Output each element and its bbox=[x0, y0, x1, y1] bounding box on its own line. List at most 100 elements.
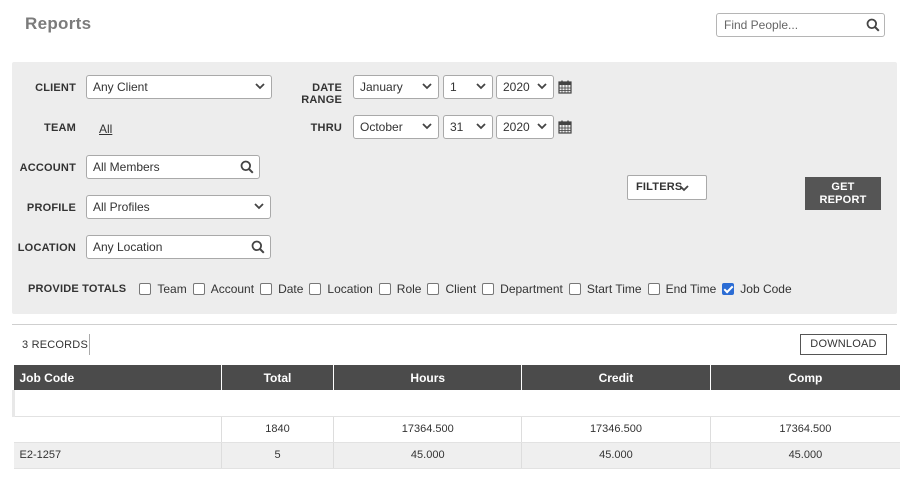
totals-option-client[interactable]: Client bbox=[427, 282, 476, 296]
totals-option-department[interactable]: Department bbox=[482, 282, 563, 296]
totals-option-end-time[interactable]: End Time bbox=[647, 282, 716, 296]
checkbox-checked[interactable] bbox=[722, 283, 735, 295]
totals-option-label: Start Time bbox=[586, 282, 642, 296]
table-row: E2-1257 5 45.000 45.000 45.000 bbox=[13, 442, 900, 469]
checkbox[interactable] bbox=[309, 283, 322, 295]
table-header-row: Job Code Total Hours Credit Comp bbox=[13, 365, 900, 390]
get-report-label-line1: GET bbox=[831, 181, 855, 193]
table-cell: 1840 bbox=[220, 416, 334, 443]
table-cell: 45.000 bbox=[709, 442, 900, 469]
totals-option-job-code[interactable]: Job Code bbox=[722, 282, 792, 296]
filters-button-label: FILTERS bbox=[636, 181, 683, 193]
column-header-hours[interactable]: Hours bbox=[333, 365, 522, 390]
team-label: TEAM bbox=[44, 122, 76, 134]
download-button[interactable]: DOWNLOAD bbox=[800, 334, 887, 355]
client-label: CLIENT bbox=[35, 82, 76, 94]
totals-option-label: Client bbox=[445, 282, 477, 296]
client-select[interactable]: Any Client bbox=[86, 75, 272, 99]
checkbox[interactable] bbox=[139, 283, 152, 295]
start-month-value: January bbox=[360, 80, 403, 94]
table-spacer-cell bbox=[12, 390, 900, 417]
thru-label: THRU bbox=[310, 122, 342, 134]
find-people-search[interactable] bbox=[716, 13, 885, 37]
totals-option-start-time[interactable]: Start Time bbox=[568, 282, 642, 296]
checkbox[interactable] bbox=[568, 283, 581, 295]
chevron-down-icon bbox=[678, 182, 690, 194]
records-count: 3 RECORDS bbox=[22, 339, 88, 351]
account-value: All Members bbox=[93, 160, 160, 174]
totals-option-label: Team bbox=[157, 282, 187, 296]
table-cell: 17364.500 bbox=[333, 416, 522, 443]
profile-select[interactable]: All Profiles bbox=[86, 195, 271, 219]
team-link[interactable]: All bbox=[99, 122, 112, 136]
calendar-icon[interactable] bbox=[558, 120, 572, 134]
totals-option-role[interactable]: Role bbox=[378, 282, 422, 296]
end-day-select[interactable]: 31 bbox=[443, 115, 493, 139]
filters-button[interactable]: FILTERS bbox=[627, 175, 707, 200]
column-header-job-code[interactable]: Job Code bbox=[13, 365, 222, 390]
table-cell: 45.000 bbox=[333, 442, 522, 469]
find-people-input[interactable] bbox=[717, 14, 857, 36]
client-select-value: Any Client bbox=[93, 80, 148, 94]
provide-totals-label: PROVIDE TOTALS bbox=[28, 283, 127, 295]
checkbox[interactable] bbox=[427, 283, 440, 295]
get-report-label-line2: REPORT bbox=[819, 194, 867, 206]
totals-option-team[interactable]: Team bbox=[139, 282, 187, 296]
checkbox[interactable] bbox=[647, 283, 660, 295]
end-year-value: 2020 bbox=[503, 120, 530, 134]
location-value: Any Location bbox=[93, 240, 163, 254]
table-cell: 5 bbox=[220, 442, 334, 469]
start-month-select[interactable]: January bbox=[353, 75, 439, 99]
section-divider bbox=[12, 324, 897, 325]
table-cell: 17346.500 bbox=[521, 416, 711, 443]
table-row: 1840 17364.500 17346.500 17364.500 bbox=[13, 416, 900, 443]
chevron-down-icon bbox=[475, 120, 487, 132]
totals-option-label: Date bbox=[278, 282, 304, 296]
table-spacer-row bbox=[12, 390, 900, 417]
totals-option-label: Job Code bbox=[740, 282, 792, 296]
location-search-field[interactable]: Any Location bbox=[86, 235, 271, 259]
checkbox[interactable] bbox=[378, 283, 391, 295]
checkbox[interactable] bbox=[260, 283, 273, 295]
end-year-select[interactable]: 2020 bbox=[496, 115, 554, 139]
profile-label: PROFILE bbox=[26, 202, 76, 214]
search-icon[interactable] bbox=[251, 240, 265, 254]
totals-option-account[interactable]: Account bbox=[192, 282, 255, 296]
chevron-down-icon bbox=[536, 80, 548, 92]
start-day-select[interactable]: 1 bbox=[443, 75, 493, 99]
totals-option-label: Department bbox=[500, 282, 563, 296]
search-icon[interactable] bbox=[240, 160, 254, 174]
chevron-down-icon bbox=[254, 80, 266, 92]
account-label: ACCOUNT bbox=[19, 162, 76, 174]
totals-option-label: Location bbox=[327, 282, 373, 296]
totals-option-label: Role bbox=[396, 282, 422, 296]
date-range-label: DATE RANGE bbox=[301, 82, 342, 106]
table-cell: 17364.500 bbox=[709, 416, 900, 443]
totals-option-date[interactable]: Date bbox=[260, 282, 303, 296]
table-cell: E2-1257 bbox=[13, 442, 222, 469]
column-header-comp[interactable]: Comp bbox=[709, 365, 900, 390]
location-label: LOCATION bbox=[17, 242, 76, 254]
column-header-total[interactable]: Total bbox=[220, 365, 334, 390]
end-month-select[interactable]: October bbox=[353, 115, 439, 139]
page-title: Reports bbox=[25, 14, 92, 33]
results-table: Job Code Total Hours Credit Comp 1840 17… bbox=[12, 365, 900, 469]
totals-option-label: Account bbox=[210, 282, 255, 296]
table-cell: 45.000 bbox=[521, 442, 711, 469]
records-separator bbox=[89, 334, 90, 355]
account-search-field[interactable]: All Members bbox=[86, 155, 260, 179]
start-year-select[interactable]: 2020 bbox=[496, 75, 554, 99]
search-icon[interactable] bbox=[866, 18, 880, 32]
chevron-down-icon bbox=[475, 80, 487, 92]
chevron-down-icon bbox=[421, 120, 433, 132]
checkbox[interactable] bbox=[192, 283, 205, 295]
totals-option-location[interactable]: Location bbox=[309, 282, 373, 296]
calendar-icon[interactable] bbox=[558, 80, 572, 94]
provide-totals-row: PROVIDE TOTALS Team Account Date Locatio… bbox=[28, 281, 798, 297]
column-header-credit[interactable]: Credit bbox=[521, 365, 711, 390]
start-day-value: 1 bbox=[450, 80, 457, 94]
get-report-button[interactable]: GET REPORT bbox=[805, 177, 881, 210]
table-cell bbox=[13, 416, 222, 443]
filter-panel: CLIENT Any Client DATE RANGE January 1 2… bbox=[12, 62, 897, 314]
checkbox[interactable] bbox=[482, 283, 495, 295]
